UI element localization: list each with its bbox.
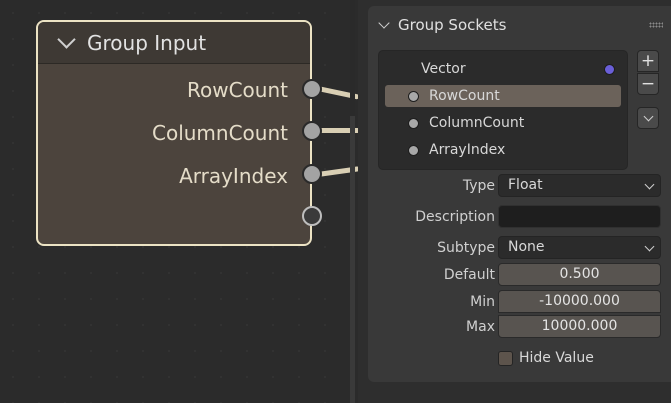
output-socket-columncount[interactable] [302,121,322,141]
socket-list[interactable]: Vector RowCount ColumnCount ArrayIndex [378,50,628,170]
region-edge [350,116,355,403]
subtype-label: Subtype [437,240,495,256]
group-input-node[interactable]: Group Input RowCount ColumnCount ArrayIn… [36,20,312,246]
description-row: Description [368,205,671,230]
hide-value-checkbox[interactable] [498,350,513,366]
list-item-label: ColumnCount [429,115,525,131]
float-socket-icon [408,144,419,156]
section-title: Group Sockets [398,16,507,34]
add-socket-button[interactable]: + [637,50,659,72]
list-item-columncount[interactable]: ColumnCount [385,112,621,134]
max-label: Max [466,319,495,335]
node-title: Group Input [87,30,207,55]
output-label-columncount: ColumnCount [152,121,288,145]
subtype-row: Subtype None [368,236,671,261]
node-editor-canvas[interactable]: Group Input RowCount ColumnCount ArrayIn… [0,0,360,403]
list-item-vector[interactable]: Vector [385,58,621,80]
description-field[interactable] [498,205,661,228]
list-item-label: RowCount [429,88,500,104]
chevron-down-icon [644,241,655,252]
type-label: Type [462,178,495,194]
min-row: Min -10000.000 [368,290,671,315]
type-row: Type Float [368,174,671,199]
float-socket-icon [408,117,419,129]
default-row: Default 0.500 [368,263,671,288]
list-item-label: ArrayIndex [429,142,506,158]
output-label-arrayindex: ArrayIndex [179,164,288,188]
type-value: Float [508,177,543,193]
drag-grip-icon[interactable] [649,22,663,28]
chevron-down-icon [644,179,655,190]
default-field[interactable]: 0.500 [498,263,661,286]
output-label-rowcount: RowCount [187,78,288,102]
node-header[interactable]: Group Input [38,22,310,64]
list-item-arrayindex[interactable]: ArrayIndex [385,139,621,161]
type-dropdown[interactable]: Float [498,174,661,197]
socket-menu-button[interactable] [637,107,659,129]
float-socket-icon [408,90,419,102]
hide-value-row[interactable]: Hide Value [498,350,594,366]
default-label: Default [443,267,495,283]
chevron-down-icon[interactable] [378,16,390,29]
max-row: Max 10000.000 [368,315,671,340]
vector-socket-icon [604,63,615,75]
subtype-dropdown[interactable]: None [498,236,661,259]
hide-value-label: Hide Value [519,350,594,366]
output-socket-arrayindex[interactable] [302,164,322,184]
list-item-rowcount[interactable]: RowCount [385,85,621,107]
group-sockets-header[interactable]: Group Sockets [368,6,671,44]
max-field[interactable]: 10000.000 [498,315,661,338]
min-label: Min [470,294,495,310]
group-sockets-section: Group Sockets Vector RowCount ColumnCoun… [368,6,671,382]
sidebar-panel: Group Sockets Vector RowCount ColumnCoun… [358,0,671,403]
collapse-chevron-icon[interactable] [57,30,76,49]
chevron-down-icon [643,111,653,121]
output-socket-rowcount[interactable] [302,79,322,99]
min-field[interactable]: -10000.000 [498,290,661,313]
subtype-value: None [508,239,545,255]
output-socket-empty[interactable] [302,206,322,226]
remove-socket-button[interactable]: − [637,73,659,95]
description-label: Description [415,209,495,225]
list-item-label: Vector [421,61,466,77]
